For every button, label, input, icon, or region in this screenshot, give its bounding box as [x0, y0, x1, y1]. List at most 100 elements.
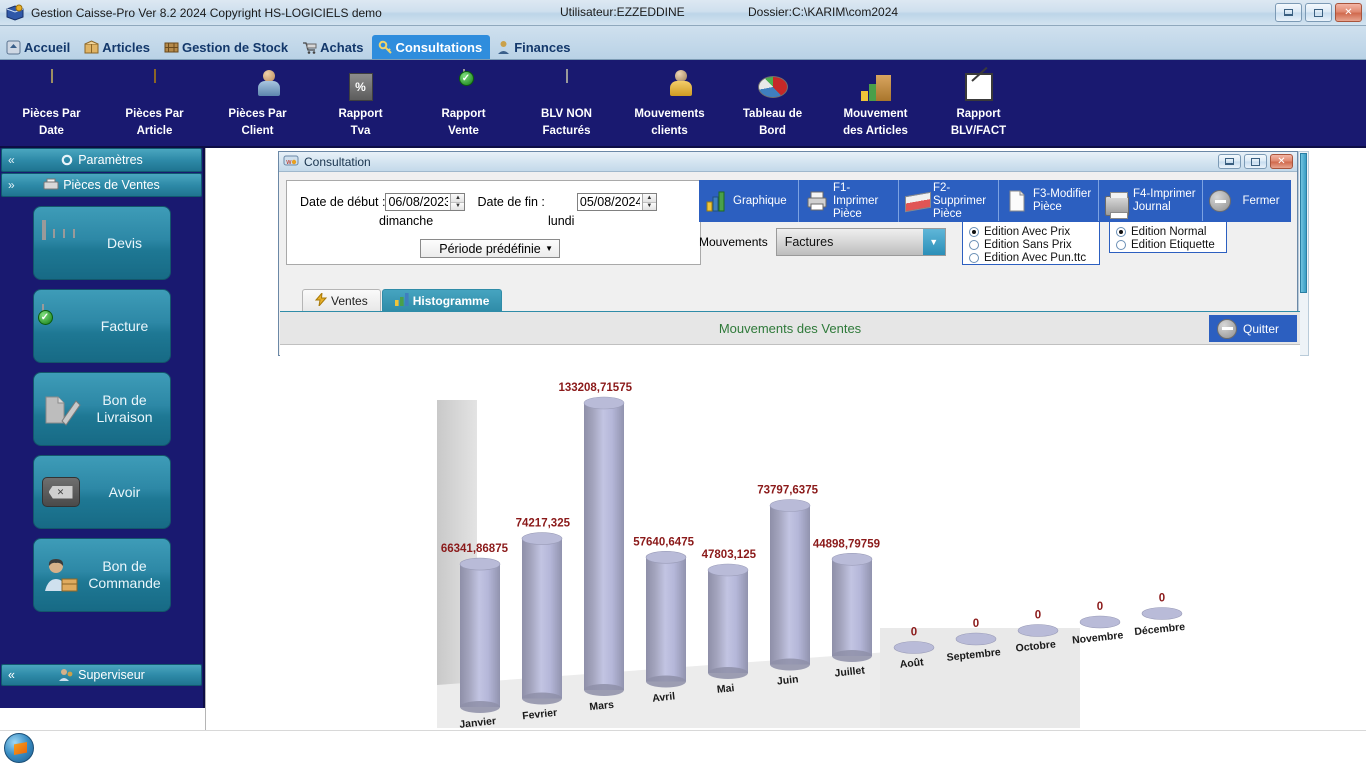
minimize-icon[interactable] [1218, 154, 1241, 169]
document-icon [35, 70, 69, 104]
close-icon[interactable]: ✕ [1270, 154, 1293, 169]
consultation-title-bar: w Consultation ✕ [279, 152, 1297, 172]
menu-tab-articles[interactable]: Articles [78, 35, 158, 59]
svg-text:w: w [286, 158, 292, 166]
ribbon-item-rapport-tva[interactable]: % Rapport Tva [309, 60, 412, 138]
radio-dot-icon [969, 253, 979, 263]
radio-edition-etiquette[interactable]: Edition Etiquette [1116, 238, 1218, 251]
ribbon-item-rapport-blv-fact[interactable]: Rapport BLV/FACT [927, 60, 1030, 138]
bar-value-label: 0 [973, 618, 979, 630]
quitter-button[interactable]: Quitter [1209, 315, 1297, 342]
window-controls: ✕ [1275, 3, 1362, 22]
date-start-spinner[interactable]: ▲▼ [450, 194, 464, 210]
gear-icon [60, 153, 74, 168]
cart-icon [302, 40, 317, 55]
ribbon-item-mouvement-des-articles[interactable]: Mouvement des Articles [824, 60, 927, 138]
tab-histogramme[interactable]: Histogramme [382, 289, 503, 311]
radio-dot-icon [1116, 240, 1126, 250]
sidebar-section-superviseur[interactable]: « Superviseur [1, 664, 202, 686]
toolbar-button-f4-imprimer-journal[interactable]: F4-Imprimer Journal [1099, 180, 1203, 222]
category-label: Décembre [1134, 621, 1186, 638]
restore-icon[interactable] [1244, 154, 1267, 169]
date-start-input[interactable] [386, 194, 450, 210]
sidebar-section-pieces-de-ventes[interactable]: » Pièces de Ventes [1, 173, 202, 197]
sidebar-button-avoir[interactable]: ✕ Avoir [33, 455, 171, 529]
toolbar-button-f2-supprimer-piece[interactable]: F2-Supprimer Pièce [899, 180, 999, 222]
radio-dot-icon [1116, 227, 1126, 237]
date-end-field[interactable]: ▲▼ [577, 193, 657, 211]
sidebar-footer-label: Superviseur [78, 668, 145, 682]
lightning-icon [315, 293, 327, 309]
radio-edition-avec-punttc[interactable]: Edition Avec Pun.ttc [969, 251, 1091, 264]
sidebar-button-devis[interactable]: Devis [33, 206, 171, 280]
radio-edition-avec-prix[interactable]: Edition Avec Prix [969, 225, 1091, 238]
minimize-icon[interactable] [1275, 3, 1302, 22]
open-box-icon [138, 70, 172, 104]
start-button[interactable] [4, 733, 34, 763]
date-end-input[interactable] [578, 194, 642, 210]
mouvements-combo-value: Factures [785, 235, 834, 249]
ribbon-item-label-2: BLV/FACT [951, 125, 1006, 138]
radio-edition-sans-prix[interactable]: Edition Sans Prix [969, 238, 1091, 251]
percent-icon: % [344, 70, 378, 104]
close-icon[interactable]: ✕ [1335, 3, 1362, 22]
date-start-label: Date de début : [300, 195, 385, 209]
date-start-field[interactable]: ▲▼ [385, 193, 465, 211]
date-end-spinner[interactable]: ▲▼ [642, 194, 656, 210]
consultation-title: Consultation [304, 155, 371, 169]
chart-canvas: 66341,86875Janvier74217,325Fevrier133208… [280, 345, 1300, 728]
ribbon-item-label-1: Tableau de [743, 108, 802, 121]
bar-value-label: 57640,6475 [633, 536, 694, 548]
bar-value-label: 44898,79759 [813, 538, 880, 550]
toolbar-button-f3-modifier-piece[interactable]: F3-Modifier Pièce [999, 180, 1099, 222]
sidebar-button-label: Devis [107, 235, 142, 251]
bar-value-label: 66341,86875 [441, 543, 509, 555]
menu-tab-label: Achats [320, 40, 363, 55]
menu-tab-gestion-de-stock[interactable]: Gestion de Stock [158, 35, 296, 59]
sidebar-button-facture[interactable]: ✓ Facture [33, 289, 171, 363]
bar-value-label: 0 [911, 627, 917, 639]
bar-value-label: 0 [1097, 601, 1103, 613]
sidebar-button-label-2: Livraison [96, 409, 152, 425]
ribbon-item-label-2: des Articles [843, 125, 908, 138]
sidebar-button-bon-de-livraison[interactable]: Bon de Livraison [33, 372, 171, 446]
restore-icon[interactable] [1305, 3, 1332, 22]
period-preset-combo[interactable]: Période prédéfinie ▼ [420, 239, 560, 258]
ribbon-item-pieces-par-date[interactable]: Pièces Par Date [0, 60, 103, 138]
toolbar-button-f1-imprimer-piece[interactable]: F1-Imprimer Pièce [799, 180, 899, 222]
menu-tab-consultations[interactable]: Consultations [372, 35, 491, 59]
ribbon-item-pieces-par-article[interactable]: Pièces Par Article [103, 60, 206, 138]
sidebar-button-bon-de-commande[interactable]: Bon de Commande [33, 538, 171, 612]
ribbon-item-blv-non-factures[interactable]: BLV NON Facturés [515, 60, 618, 138]
bar-chart-icon [705, 189, 729, 213]
ribbon-item-pieces-par-client[interactable]: Pièces Par Client [206, 60, 309, 138]
chevron-up-icon: « [8, 153, 15, 167]
menu-tab-finances[interactable]: Finances [490, 35, 578, 59]
radio-edition-normal[interactable]: Edition Normal [1116, 225, 1218, 238]
scrollbar-thumb[interactable] [1300, 153, 1307, 293]
receipt-icon [43, 178, 59, 192]
toolbar-button-label: F1-Imprimer [833, 182, 878, 207]
ribbon-item-mouvements-clients[interactable]: Mouvements clients [618, 60, 721, 138]
windows-logo-icon [14, 742, 27, 755]
quitter-label: Quitter [1243, 322, 1279, 336]
ribbon-item-rapport-vente[interactable]: ✓ Rapport Vente [412, 60, 515, 138]
sidebar-section-parametres[interactable]: « Paramètres [1, 148, 202, 172]
ribbon-item-label-1: BLV NON [541, 108, 592, 121]
minus-circle-icon [1217, 319, 1237, 339]
radio-label: Edition Avec Pun.ttc [984, 252, 1086, 264]
ribbon-item-tableau-de-bord[interactable]: Tableau de Bord [721, 60, 824, 138]
tab-label: Ventes [331, 294, 368, 308]
ribbon-item-label-2: Article [137, 125, 173, 138]
edit-square-icon [962, 70, 996, 104]
ribbon-item-label-1: Pièces Par [228, 108, 286, 121]
toolbar-button-fermer[interactable]: Fermer [1203, 180, 1291, 222]
radio-label: Edition Etiquette [1131, 239, 1215, 251]
toolbar-button-graphique[interactable]: Graphique [699, 180, 799, 222]
mouvements-combo[interactable]: Factures ▼ [776, 228, 946, 256]
menu-tab-achats[interactable]: Achats [296, 35, 371, 59]
tab-ventes[interactable]: Ventes [302, 289, 381, 311]
menu-tab-accueil[interactable]: Accueil [0, 35, 78, 59]
bar-value-label: 0 [1035, 610, 1041, 622]
chart-header: Mouvements des Ventes Quitter [280, 312, 1300, 345]
